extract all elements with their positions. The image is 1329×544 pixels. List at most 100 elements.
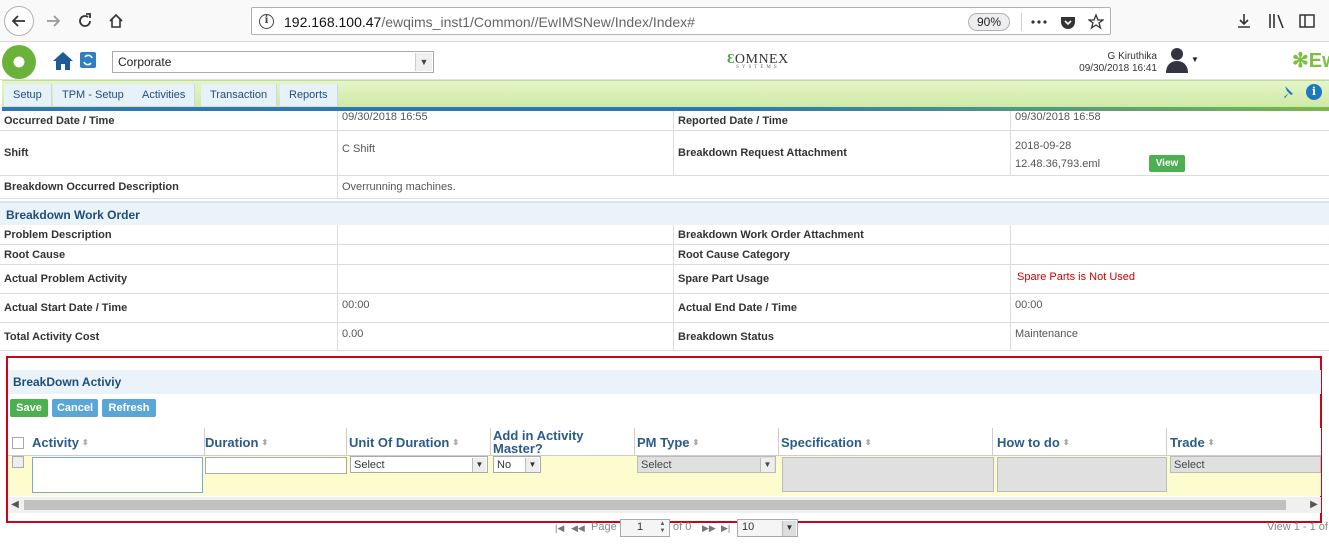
first-page-icon[interactable]: |◀ bbox=[555, 523, 564, 534]
page-number-input[interactable]: 1 ▲ ▼ bbox=[620, 519, 670, 537]
browser-toolbar: i 192.168.100.47/ewqims_inst1/Common//Ew… bbox=[0, 0, 1329, 42]
column-activity[interactable]: Activity ⬍ bbox=[28, 428, 205, 456]
detail-row-shift: Shift C Shift Breakdown Request Attachme… bbox=[0, 131, 1329, 176]
breakdown-status-value: Maintenance bbox=[1015, 328, 1078, 340]
breakdown-status-label: Breakdown Status bbox=[674, 323, 1011, 350]
back-button[interactable] bbox=[4, 6, 34, 36]
library-icon[interactable] bbox=[1266, 10, 1288, 32]
brand-text: ✻Ew bbox=[1292, 48, 1329, 73]
select-all-checkbox[interactable] bbox=[12, 437, 24, 449]
activity-textarea[interactable] bbox=[32, 457, 203, 493]
duration-input[interactable] bbox=[205, 457, 347, 474]
downloads-icon[interactable] bbox=[1233, 10, 1255, 32]
app-refresh-icon[interactable] bbox=[80, 52, 96, 68]
column-how-to-do[interactable]: How to do ⬍ bbox=[993, 428, 1167, 456]
menu-item-reports[interactable]: Reports bbox=[280, 84, 338, 106]
activity-edit-row: Select ▼ No ▼ Select ▼ Select bbox=[8, 456, 1321, 496]
user-datetime: 09/30/2018 16:41 bbox=[1079, 63, 1157, 74]
add-activity-master-select[interactable]: No ▼ bbox=[493, 456, 541, 473]
chevron-down-icon: ▼ bbox=[760, 458, 774, 472]
column-duration[interactable]: Duration ⬍ bbox=[201, 428, 347, 456]
prev-page-icon[interactable]: ◀◀ bbox=[571, 523, 585, 534]
info-icon[interactable]: i bbox=[1306, 84, 1322, 100]
sort-icon: ⬍ bbox=[452, 437, 460, 447]
url-text[interactable]: 192.168.100.47/ewqims_inst1/Common//EwIM… bbox=[284, 14, 695, 30]
home-icon bbox=[109, 13, 123, 28]
forward-arrow-icon bbox=[47, 15, 61, 27]
cancel-button[interactable]: Cancel bbox=[52, 399, 98, 417]
row-checkbox[interactable] bbox=[12, 456, 24, 468]
column-unit-of-duration[interactable]: Unit Of Duration ⬍ bbox=[345, 428, 491, 456]
detail-row-description: Breakdown Occurred Description Overrunni… bbox=[0, 176, 1329, 199]
sort-icon: ⬍ bbox=[1207, 437, 1215, 447]
chevron-down-icon: ▼ bbox=[525, 458, 539, 472]
sort-icon: ⬍ bbox=[692, 437, 700, 447]
url-bar[interactable]: i 192.168.100.47/ewqims_inst1/Common//Ew… bbox=[251, 7, 1111, 35]
rows-per-page-select[interactable]: 10 ▼ bbox=[737, 519, 798, 537]
wo-row-cost: Total Activity Cost 0.00 Breakdown Statu… bbox=[0, 323, 1329, 351]
menu-item-setup[interactable]: Setup bbox=[4, 84, 52, 106]
activity-grid-header: Activity ⬍ Duration ⬍ Unit Of Duration ⬍ Ad… bbox=[8, 428, 1321, 456]
scroll-left-icon[interactable]: ◀ bbox=[8, 497, 22, 513]
page-label: Page bbox=[591, 521, 617, 533]
occurred-value: 09/30/2018 16:55 bbox=[338, 111, 674, 130]
app-home-icon[interactable] bbox=[52, 51, 74, 71]
view-attachment-button[interactable]: View bbox=[1149, 155, 1185, 172]
how-to-do-textarea[interactable] bbox=[997, 457, 1167, 492]
wo-attachment-label: Breakdown Work Order Attachment bbox=[674, 225, 1011, 244]
app-logo-icon[interactable] bbox=[2, 45, 36, 79]
bookmark-star-icon[interactable] bbox=[1086, 12, 1106, 32]
pocket-icon[interactable] bbox=[1058, 12, 1078, 32]
logo-subtext: SYSTEMS bbox=[736, 65, 780, 70]
user-avatar-icon[interactable] bbox=[1165, 46, 1189, 74]
pm-type-select-value: Select bbox=[641, 459, 672, 471]
specification-textarea[interactable] bbox=[782, 457, 994, 492]
forward-button[interactable] bbox=[38, 6, 68, 36]
spinner-icon[interactable]: ▲ ▼ bbox=[657, 521, 668, 535]
pin-icon[interactable] bbox=[1279, 84, 1295, 100]
column-add-activity-master[interactable]: Add in Activity Master? bbox=[489, 428, 635, 456]
scrollbar-thumb[interactable] bbox=[24, 500, 1286, 510]
column-trade[interactable]: Trade ⬍ bbox=[1166, 428, 1321, 456]
occurred-label: Occurred Date / Time bbox=[0, 111, 338, 130]
menu-item-tpm-setup[interactable]: TPM - Setup bbox=[53, 84, 134, 106]
reload-icon bbox=[79, 13, 91, 27]
menu-item-transaction[interactable]: Transaction bbox=[201, 84, 278, 106]
zoom-badge[interactable]: 90% bbox=[968, 13, 1010, 31]
wo-row-root-cause: Root Cause Root Cause Category bbox=[0, 245, 1329, 265]
attachment-file[interactable]: 12.48.36,793.eml bbox=[1015, 155, 1100, 173]
actual-start-value: 00:00 bbox=[338, 294, 674, 322]
reload-button[interactable] bbox=[70, 6, 100, 36]
column-pm-type-label: PM Type bbox=[637, 434, 690, 450]
occurred-desc-value: Overrunning machines. bbox=[342, 181, 456, 193]
column-how-to-do-label: How to do bbox=[997, 434, 1060, 450]
work-order-section-title: Breakdown Work Order bbox=[0, 201, 1329, 225]
chevron-down-icon: ▼ bbox=[782, 521, 796, 536]
unit-of-duration-select[interactable]: Select ▼ bbox=[350, 456, 488, 473]
save-button[interactable]: Save bbox=[10, 399, 48, 417]
company-select[interactable]: Corporate ▼ bbox=[112, 51, 434, 73]
column-specification-label: Specification bbox=[781, 434, 862, 450]
company-select-value: Corporate bbox=[118, 55, 172, 69]
next-page-icon[interactable]: ▶▶ bbox=[702, 523, 716, 534]
scroll-right-icon[interactable]: ▶ bbox=[1307, 497, 1321, 513]
refresh-button[interactable]: Refresh bbox=[102, 399, 156, 417]
home-button[interactable] bbox=[101, 6, 131, 36]
column-specification[interactable]: Specification ⬍ bbox=[777, 428, 993, 456]
sort-icon: ⬍ bbox=[1062, 437, 1070, 447]
last-page-icon[interactable]: ▶| bbox=[721, 523, 730, 534]
user-menu-caret-icon[interactable]: ▼ bbox=[1191, 55, 1199, 64]
wo-row-dates: Actual Start Date / Time 00:00 Actual En… bbox=[0, 294, 1329, 323]
horizontal-scrollbar[interactable]: ◀ ▶ bbox=[8, 497, 1321, 513]
column-activity-label: Activity bbox=[32, 434, 79, 450]
menu-item-activities[interactable]: Activities bbox=[133, 84, 196, 106]
pm-type-select[interactable]: Select ▼ bbox=[637, 456, 776, 473]
site-info-icon[interactable]: i bbox=[259, 14, 274, 29]
sidebar-icon[interactable] bbox=[1296, 10, 1318, 32]
column-pm-type[interactable]: PM Type ⬍ bbox=[633, 428, 779, 456]
page-actions-icon[interactable] bbox=[1029, 12, 1049, 32]
trade-select[interactable]: Select bbox=[1170, 456, 1321, 473]
root-cause-category-value bbox=[1011, 245, 1329, 264]
column-add-master-label: Add in Activity Master? bbox=[493, 428, 584, 456]
trade-select-value: Select bbox=[1174, 459, 1205, 471]
